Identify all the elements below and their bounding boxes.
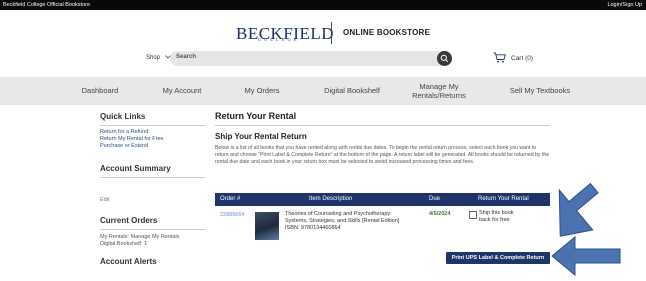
col-item-description: Item Description [309,196,353,202]
rental-table-header: Order # Item Description Due Return Your… [215,193,550,206]
book-title: Theories of Counseling and Psychotherapy… [285,211,400,224]
quick-link-return-rental[interactable]: Return My Rental for Free [100,136,205,143]
account-summary-title: Account Summary [100,164,171,173]
return-checkbox[interactable] [469,211,477,219]
page-title: Return Your Rental [215,111,297,121]
store-name-label: Beckfield College Official Bookstore [3,2,91,8]
current-orders-rentals[interactable]: My Rentals: Manage My Rentals [100,234,205,241]
col-return: Return Your Rental [478,196,529,202]
col-order: Order # [220,196,241,202]
due-date: 4/5/2024 [429,211,451,217]
search-field[interactable]: Search [170,51,452,66]
cart-link[interactable]: Cart (0) [493,52,533,65]
shop-label: Shop [146,55,161,61]
main-nav: Dashboard My Account My Orders Digital B… [0,77,646,105]
nav-manage-rentals[interactable]: Manage My Rentals/Returns [404,82,474,100]
col-due: Due [429,196,441,202]
order-number[interactable]: 22885664 [220,212,244,218]
account-alerts-title: Account Alerts [100,257,157,266]
quick-link-return-refund[interactable]: Return for a Refund [100,129,205,136]
main-content: Return Your Rental Ship Your Rental Retu… [215,105,550,240]
sidebar: Quick Links Return for a Refund Return M… [100,105,205,266]
search-button[interactable] [437,51,452,66]
page: Beckfield College Official Bookstore Log… [0,0,646,281]
college-logo[interactable]: BECKFIELD COLLEGE ONLINE BOOKSTORE [236,22,430,46]
edit-link[interactable]: Edit [100,197,205,204]
table-row: 22885664 Theories of Counseling and Psyc… [215,206,550,244]
nav-my-account[interactable]: My Account [152,86,212,95]
divider [100,229,205,230]
callout-arrow-icon [558,183,599,237]
quick-link-purchase-extend[interactable]: Purchase or Extend [100,143,205,150]
online-bookstore-label: ONLINE BOOKSTORE [343,28,431,37]
return-checkbox-label: Ship this book back for free [479,210,514,223]
nav-sell-textbooks[interactable]: Sell My Textbooks [505,86,575,95]
book-isbn: ISBN: 9780134460864 [285,225,341,231]
cart-icon [493,52,506,65]
nav-dashboard[interactable]: Dashboard [74,86,126,95]
logo-subtitle: COLLEGE [258,37,300,42]
section-title: Ship Your Rental Return [215,132,307,141]
current-orders-title: Current Orders [100,216,158,225]
current-orders-bookshelf[interactable]: Digital Bookshelf: 1 [100,241,205,248]
divider [100,177,205,178]
print-label-button[interactable]: Print UPS Label & Complete Return [446,252,550,264]
logo-divider [331,22,332,44]
cart-label: Cart (0) [511,55,534,62]
book-cover-thumbnail [255,212,279,240]
quick-links-title: Quick Links [100,112,146,121]
shop-menu[interactable]: Shop [146,55,171,61]
divider [215,125,550,126]
nav-my-orders[interactable]: My Orders [232,86,292,95]
search-icon [440,54,449,63]
search-input[interactable]: Search [176,54,196,60]
instructions-text: Below is a list of all books that you ha… [215,145,550,165]
nav-digital-bookshelf[interactable]: Digital Bookshelf [307,86,397,95]
callout-arrow-icon [551,236,621,276]
divider [100,125,205,126]
login-link[interactable]: Login/Sign Up [607,0,642,10]
top-bar: Beckfield College Official Bookstore Log… [0,0,646,10]
